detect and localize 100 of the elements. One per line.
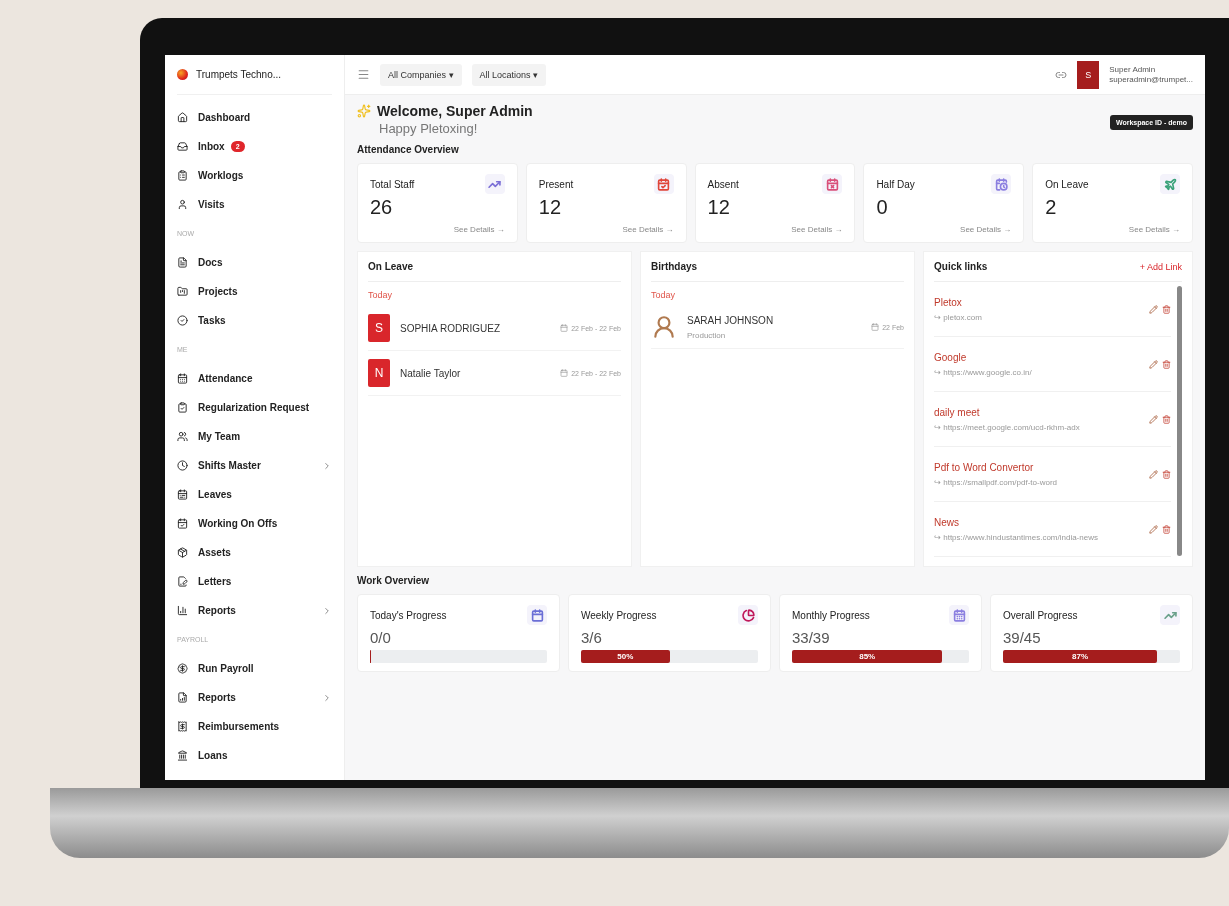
nav-item[interactable]: Worklogs [198,170,244,181]
delete-icon[interactable] [1162,469,1171,479]
stat-value: 12 [538,196,563,219]
nav-icon [177,721,188,732]
stat-value: 0 [876,196,889,219]
progress-icon [527,605,547,625]
group-label: Today [651,289,677,302]
link-name[interactable]: Pletox [934,296,1149,308]
stat-title: Total Staff [370,178,415,190]
link-name[interactable]: Google [934,351,1149,363]
nav-item[interactable]: Shifts Master [198,460,261,471]
see-details-link[interactable]: See Details → [453,225,505,234]
see-details-link[interactable]: See Details → [960,225,1012,234]
nav-item[interactable]: Reports [198,692,236,703]
person-name: SOPHIA RODRIGUEZ [400,322,501,334]
see-details-link[interactable]: See Details → [622,225,674,234]
sparkles-icon [357,104,371,118]
nav-icon [177,112,188,123]
link-url: ↪ https://www.hindustantimes.com/india-news [934,532,1099,542]
edit-icon[interactable] [1149,524,1158,534]
progress-icon [949,605,969,625]
nav-icon [177,315,188,326]
nav-item[interactable]: Tasks [198,315,226,326]
link-name[interactable]: daily meet [934,406,1149,418]
panel-title: Quick links [934,261,988,272]
stat-value: 26 [370,196,394,219]
nav-item[interactable]: Regularization Request [198,402,310,413]
nav-icon [177,489,188,500]
nav-item[interactable]: My Team [198,431,241,442]
edit-icon[interactable] [1149,469,1158,479]
nav-item[interactable]: Letters [198,576,232,587]
nav-item[interactable]: Reimbursements [198,721,280,732]
initial-avatar: S [368,314,390,342]
link-url: ↪ https://www.google.co.in/ [934,367,1033,377]
nav-item[interactable]: Assets [198,547,231,558]
see-details-link[interactable]: See Details → [1128,225,1180,234]
stat-value: 2 [1045,196,1058,219]
section-heading: Attendance Overview [357,144,460,155]
nav-item[interactable]: Reports [198,605,236,616]
nav-item[interactable]: Loans [198,750,228,761]
edit-icon[interactable] [1149,359,1158,369]
progress-title: Today's Progress [370,609,447,621]
nav-item[interactable]: Run Payroll [198,663,254,674]
nav-icon [177,402,188,413]
panel-title: Birthdays [651,261,698,272]
nav-icon [177,257,188,268]
nav-icon [177,286,188,297]
progress-value: 0/0 [370,629,392,646]
panel-title: On Leave [368,261,414,272]
nav-icon [177,170,188,181]
nav-item[interactable]: Projects [198,286,238,297]
delete-icon[interactable] [1162,524,1171,534]
menu-icon[interactable] [357,68,370,81]
edit-icon[interactable] [1149,414,1158,424]
progress-fill: 85% [792,650,943,663]
stat-title: On Leave [1045,178,1089,190]
delete-icon[interactable] [1162,414,1171,424]
edit-icon[interactable] [1149,304,1158,314]
progress-value: 33/39 [792,629,831,646]
user-email: superadmin@trumpet... [1109,75,1193,84]
nav-icon [177,605,188,616]
nav-icon [177,141,188,152]
user-avatar[interactable]: S [1077,60,1100,89]
nav-item[interactable]: Inbox [198,141,225,152]
stat-title: Half Day [876,178,915,190]
add-link[interactable]: + Add Link [1139,261,1182,272]
welcome-title: Welcome, Super Admin [377,103,533,119]
nav-icon [177,576,188,587]
nav-item[interactable]: Dashboard [198,112,251,123]
progress-icon [738,605,758,625]
progress-icon [1160,605,1180,625]
person-name: Natalie Taylor [400,367,462,379]
nav-item[interactable]: Working On Offs [198,518,278,529]
person-name: SARAH JOHNSON [687,314,775,326]
nav-item[interactable]: Attendance [198,373,253,384]
nav-item[interactable]: Visits [198,199,225,210]
see-details-link[interactable]: See Details → [791,225,843,234]
nav-icon [177,460,188,471]
nav-icon [177,373,188,384]
link-name[interactable]: News [934,516,1149,528]
progress-title: Overall Progress [1003,609,1078,621]
delete-icon[interactable] [1162,359,1171,369]
delete-icon[interactable] [1162,304,1171,314]
nav-item[interactable]: Leaves [198,489,232,500]
progress-value: 39/45 [1003,629,1042,646]
scrollbar[interactable] [1177,286,1182,556]
nav-item[interactable]: Docs [198,257,223,268]
filter-dropdown[interactable]: All Companies ▾ [380,63,462,86]
link-url: ↪ https://smallpdf.com/pdf-to-word [934,477,1059,487]
progress-fill: 87% [1003,650,1157,663]
person-avatar-icon [651,314,677,340]
section-heading: Work Overview [357,575,431,586]
progress-title: Weekly Progress [581,609,657,621]
brand-name: Trumpets Techno... [196,69,282,80]
nav-icon [177,750,188,761]
logo-icon [177,69,188,80]
filter-dropdown[interactable]: All Locations ▾ [471,63,547,86]
progress-value: 3/6 [581,629,603,646]
nav-icon [177,199,188,210]
link-name[interactable]: Pdf to Word Convertor [934,461,1149,473]
